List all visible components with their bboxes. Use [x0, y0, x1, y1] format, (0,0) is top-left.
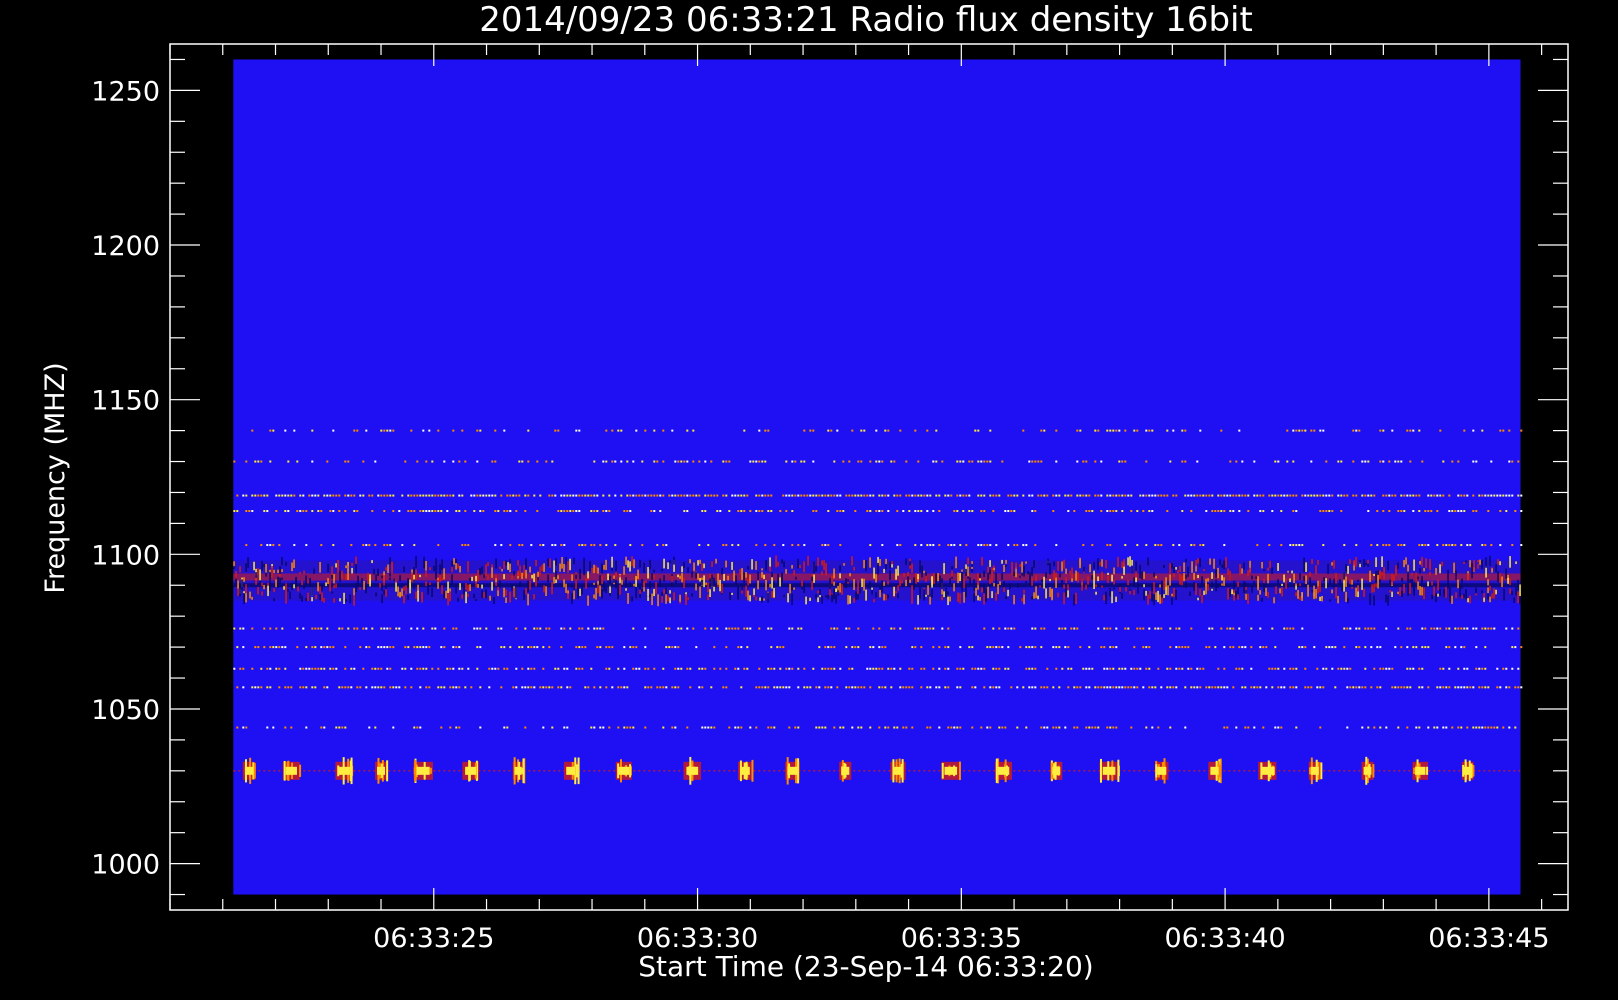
pulse — [941, 761, 961, 781]
x-tick-label: 06:33:40 — [1164, 923, 1285, 954]
emission-line — [236, 494, 1523, 497]
pulse — [1099, 758, 1120, 783]
y-tick-label: 1050 — [91, 695, 160, 726]
chart: 06:33:25 06:33:30 06:33:35 06:33:40 06:33:45… — [0, 0, 1618, 1000]
pulse — [737, 759, 754, 782]
pulse — [282, 760, 302, 781]
pulse — [1155, 758, 1169, 784]
pulse — [994, 758, 1013, 784]
y-tick-label: 1200 — [91, 231, 160, 262]
y-tick-label: 1100 — [91, 540, 160, 571]
y-axis-label: Frequency (MHZ) — [40, 362, 71, 593]
pulse — [1258, 760, 1277, 782]
interference-band — [233, 555, 1521, 607]
x-tick-label: 06:33:45 — [1428, 923, 1549, 954]
y-tick-label: 1150 — [91, 386, 160, 417]
pulse — [615, 759, 632, 783]
pulse — [413, 758, 433, 784]
pulse — [1461, 759, 1475, 783]
emission-line — [236, 646, 1523, 649]
pulse — [462, 760, 480, 782]
chart-title: 2014/09/23 06:33:21 Radio flux density 1… — [479, 0, 1253, 40]
pulse — [890, 758, 906, 784]
pulse — [839, 760, 852, 782]
pulse — [512, 757, 526, 785]
y-tick-label: 1000 — [91, 850, 160, 881]
x-tick-label: 06:33:25 — [373, 923, 494, 954]
pulse — [1208, 758, 1222, 784]
emission-line — [233, 460, 1520, 463]
y-tick-label: 1250 — [91, 76, 160, 107]
pulse — [1412, 759, 1429, 783]
x-axis-label: Start Time (23-Sep-14 06:33:20) — [638, 950, 1093, 983]
spectrogram-heatmap — [233, 59, 1523, 895]
pulse — [1050, 760, 1063, 782]
emission-line — [233, 667, 1520, 670]
